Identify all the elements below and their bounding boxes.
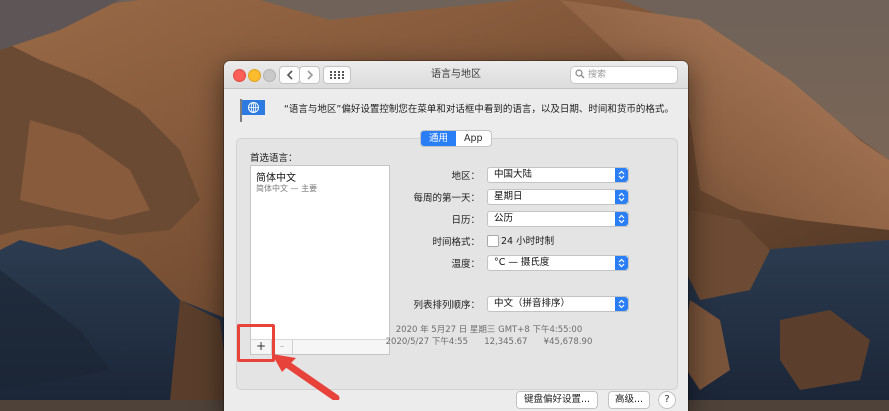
- select-stepper-icon: [615, 190, 628, 204]
- 24-hour-checkbox[interactable]: [487, 235, 499, 247]
- number-sample: 2020/5/27 下午4:55 12,345.67 ¥45,678.90: [385, 337, 593, 347]
- temperature-select[interactable]: °C — 摄氏度: [487, 255, 629, 271]
- advanced-button[interactable]: 高级...: [608, 391, 650, 409]
- sort-order-value: 中文（拼音排序）: [494, 298, 571, 309]
- settings-labels: 地区： 每周的第一天： 日历： 时间格式： 温度： 列表排列顺序：: [394, 61, 480, 411]
- language-item-sub: 简体中文 — 主要: [256, 184, 318, 193]
- select-stepper-icon: [615, 168, 628, 182]
- calendar-select[interactable]: 公历: [487, 211, 629, 227]
- language-region-flag-icon: [240, 99, 265, 122]
- date-sample: 2020 年 5月27 日 星期三 GMT+8 下午4:55:00: [395, 325, 583, 335]
- search-icon: [575, 69, 585, 79]
- help-button[interactable]: ?: [658, 391, 676, 409]
- annotation-arrow-icon: [272, 354, 340, 400]
- search-placeholder: 搜索: [588, 70, 607, 80]
- first-day-select[interactable]: 星期日: [487, 189, 629, 205]
- region-value: 中国大陆: [494, 169, 533, 180]
- sort-order-label: 列表排列顺序：: [413, 300, 480, 311]
- preferred-languages-list[interactable]: 简体中文 简体中文 — 主要: [250, 165, 390, 341]
- calendar-value: 公历: [494, 213, 514, 224]
- calendar-label: 日历：: [451, 215, 480, 226]
- time-format-label: 时间格式：: [432, 237, 480, 248]
- select-stepper-icon: [615, 297, 628, 311]
- first-day-label: 每周的第一天：: [413, 193, 480, 204]
- select-stepper-icon: [615, 212, 628, 226]
- search-field[interactable]: 搜索: [570, 66, 678, 84]
- select-stepper-icon: [615, 256, 628, 270]
- temperature-value: °C — 摄氏度: [494, 257, 550, 268]
- temperature-label: 温度：: [451, 259, 480, 270]
- 24-hour-label[interactable]: 24 小时时制: [501, 233, 554, 247]
- preferred-languages-title: 首选语言：: [250, 153, 298, 164]
- language-item-name[interactable]: 简体中文: [256, 169, 296, 184]
- keyboard-preferences-button[interactable]: 键盘偏好设置...: [516, 391, 598, 409]
- first-day-value: 星期日: [494, 191, 523, 202]
- sort-order-select[interactable]: 中文（拼音排序）: [487, 296, 629, 312]
- region-select[interactable]: 中国大陆: [487, 167, 629, 183]
- region-label: 地区：: [451, 171, 480, 182]
